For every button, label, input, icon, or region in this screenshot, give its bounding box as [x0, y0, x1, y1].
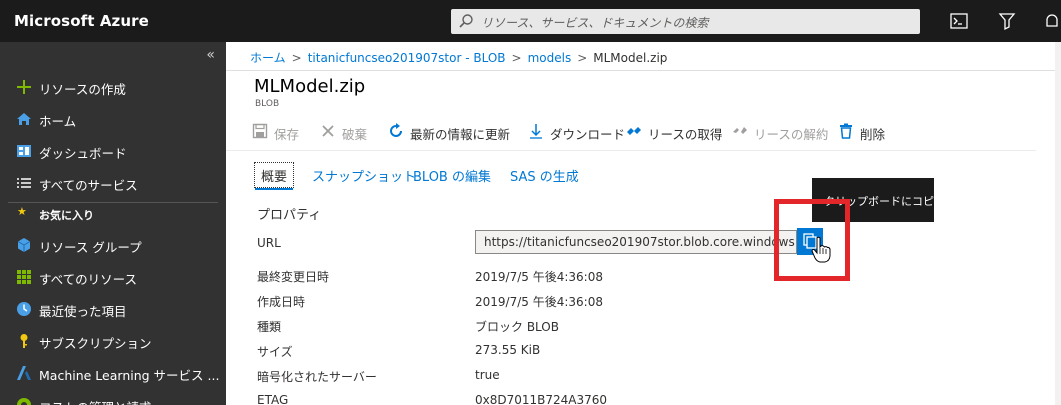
- tab-snapshots[interactable]: スナップショット: [312, 162, 416, 188]
- acquire-lease-button[interactable]: リースの取得: [624, 120, 722, 144]
- favorites-label: お気に入り: [39, 209, 94, 222]
- scrollbar[interactable]: [1055, 42, 1061, 405]
- toolbar-divider: [226, 150, 1036, 151]
- sidebar-item-label: Machine Learning サービス ...: [39, 368, 220, 383]
- key-icon: [20, 334, 28, 348]
- list-icon: [17, 178, 31, 188]
- acquire-lease-label: リースの取得: [648, 127, 723, 142]
- prop-value: 273.55 KiB: [475, 343, 541, 357]
- page-title: MLModel.zip: [254, 76, 366, 97]
- grid-icon: [17, 270, 31, 284]
- sidebar-item-cost-management[interactable]: コストの管理と請求: [0, 390, 226, 405]
- prop-label: サイズ: [257, 345, 293, 359]
- prop-label: ETAG: [257, 393, 289, 405]
- sidebar-item-resource-groups[interactable]: リソース グループ: [0, 230, 226, 260]
- clock-icon: [17, 302, 31, 316]
- refresh-button[interactable]: 最新の情報に更新: [386, 120, 512, 144]
- resource-group-icon: [17, 238, 31, 252]
- sidebar-item-label: リソースの作成: [39, 82, 126, 97]
- favorites-header: ★ お気に入り: [0, 204, 226, 224]
- url-field[interactable]: https://titanicfuncseo201907stor.blob.co…: [475, 230, 797, 254]
- notification-icon[interactable]: [1041, 10, 1061, 32]
- home-icon: [17, 113, 31, 125]
- prop-value: 2019/7/5 午後4:36:08: [475, 270, 603, 284]
- cost-icon: [17, 398, 31, 405]
- cloud-shell-icon[interactable]: [948, 10, 970, 32]
- breadcrumb: ホーム > titanicfuncseo201907stor - BLOB > mode…: [250, 51, 668, 65]
- tab-edit-blob[interactable]: BLOB の編集: [413, 162, 491, 188]
- sidebar: « リソースの作成 ホーム ダッシュボード すべてのサービス ★ お気に入り リ…: [0, 42, 226, 405]
- breadcrumb-folder[interactable]: models: [528, 51, 572, 65]
- prop-value: 2019/7/5 午後4:36:08: [475, 295, 603, 309]
- refresh-icon: [390, 123, 402, 137]
- download-button[interactable]: ダウンロード: [526, 120, 625, 144]
- sidebar-item-label: すべてのサービス: [39, 178, 138, 193]
- sidebar-item-recent[interactable]: 最近使った項目: [0, 294, 226, 324]
- plus-icon: [17, 80, 31, 94]
- sidebar-item-label: リソース グループ: [39, 240, 142, 255]
- tab-generate-sas[interactable]: SAS の生成: [510, 162, 579, 188]
- save-button[interactable]: 保存: [250, 120, 306, 144]
- prop-label: 種類: [257, 320, 282, 334]
- sidebar-item-label: サブスクリプション: [39, 336, 152, 351]
- discard-label: 破棄: [342, 127, 368, 142]
- tab-overview[interactable]: 概要: [254, 162, 295, 190]
- save-label: 保存: [274, 127, 300, 142]
- close-icon: [322, 125, 334, 137]
- sidebar-item-ml-services[interactable]: Machine Learning サービス ...: [0, 358, 226, 388]
- delete-button[interactable]: 削除: [836, 120, 892, 144]
- prop-value: 0x8D7011B724A3760: [475, 393, 608, 405]
- sidebar-item-home[interactable]: ホーム: [0, 104, 226, 134]
- breadcrumb-current: MLModel.zip: [593, 51, 668, 65]
- sidebar-item-label: すべてのリソース: [39, 272, 138, 287]
- sidebar-item-label: 最近使った項目: [39, 304, 127, 319]
- search-icon: [459, 14, 473, 28]
- url-value: https://titanicfuncseo201907stor.blob.co…: [484, 235, 796, 249]
- delete-label: 削除: [860, 127, 886, 142]
- break-lease-label: リースの解約: [754, 127, 829, 142]
- break-lease-button[interactable]: リースの解約: [730, 120, 828, 144]
- app-title[interactable]: Microsoft Azure: [14, 12, 149, 30]
- prop-value: true: [475, 368, 500, 382]
- link-icon: [627, 127, 641, 135]
- ml-icon: [17, 366, 31, 380]
- breadcrumb-container[interactable]: titanicfuncseo201907stor - BLOB: [308, 51, 506, 65]
- sidebar-item-subscriptions[interactable]: サブスクリプション: [0, 326, 226, 356]
- sidebar-divider: [8, 202, 218, 203]
- discard-button[interactable]: 破棄: [318, 120, 374, 144]
- sidebar-item-label: ダッシュボード: [39, 146, 127, 161]
- download-label: ダウンロード: [550, 127, 626, 142]
- dashboard-icon: [17, 145, 31, 157]
- broken-link-icon: [733, 127, 747, 134]
- trash-icon: [840, 123, 852, 139]
- main-content: ホーム > titanicfuncseo201907stor - BLOB > mode…: [226, 42, 1061, 405]
- star-icon: ★: [17, 205, 27, 218]
- collapse-sidebar-button[interactable]: «: [206, 47, 215, 63]
- sidebar-item-dashboard[interactable]: ダッシュボード: [0, 136, 226, 166]
- prop-value: ブロック BLOB: [475, 320, 559, 334]
- top-bar: Microsoft Azure リソース、サービス、ドキュメントの検索: [0, 0, 1061, 42]
- sidebar-item-all-services[interactable]: すべてのサービス: [0, 168, 226, 198]
- sidebar-item-label: ホーム: [39, 114, 77, 129]
- url-label: URL: [257, 236, 281, 250]
- search-placeholder: リソース、サービス、ドキュメントの検索: [481, 16, 709, 30]
- sidebar-item-label: コストの管理と請求: [39, 397, 152, 405]
- properties-heading: プロパティ: [257, 208, 322, 223]
- save-icon: [252, 123, 268, 139]
- prop-label: 作成日時: [257, 295, 306, 309]
- search-input[interactable]: リソース、サービス、ドキュメントの検索: [451, 9, 920, 34]
- prop-label: 暗号化されたサーバー: [257, 370, 377, 384]
- prop-label: 最終変更日時: [257, 270, 330, 284]
- header-divider: [226, 70, 1061, 71]
- sidebar-item-all-resources[interactable]: すべてのリソース: [0, 262, 226, 292]
- page-subtitle: BLOB: [255, 99, 280, 109]
- directory-filter-icon[interactable]: [996, 10, 1018, 32]
- sidebar-item-create-resource[interactable]: リソースの作成: [0, 72, 226, 102]
- breadcrumb-home[interactable]: ホーム: [250, 51, 286, 65]
- hand-cursor-icon: [811, 236, 831, 263]
- refresh-label: 最新の情報に更新: [410, 127, 511, 142]
- download-icon: [530, 124, 542, 139]
